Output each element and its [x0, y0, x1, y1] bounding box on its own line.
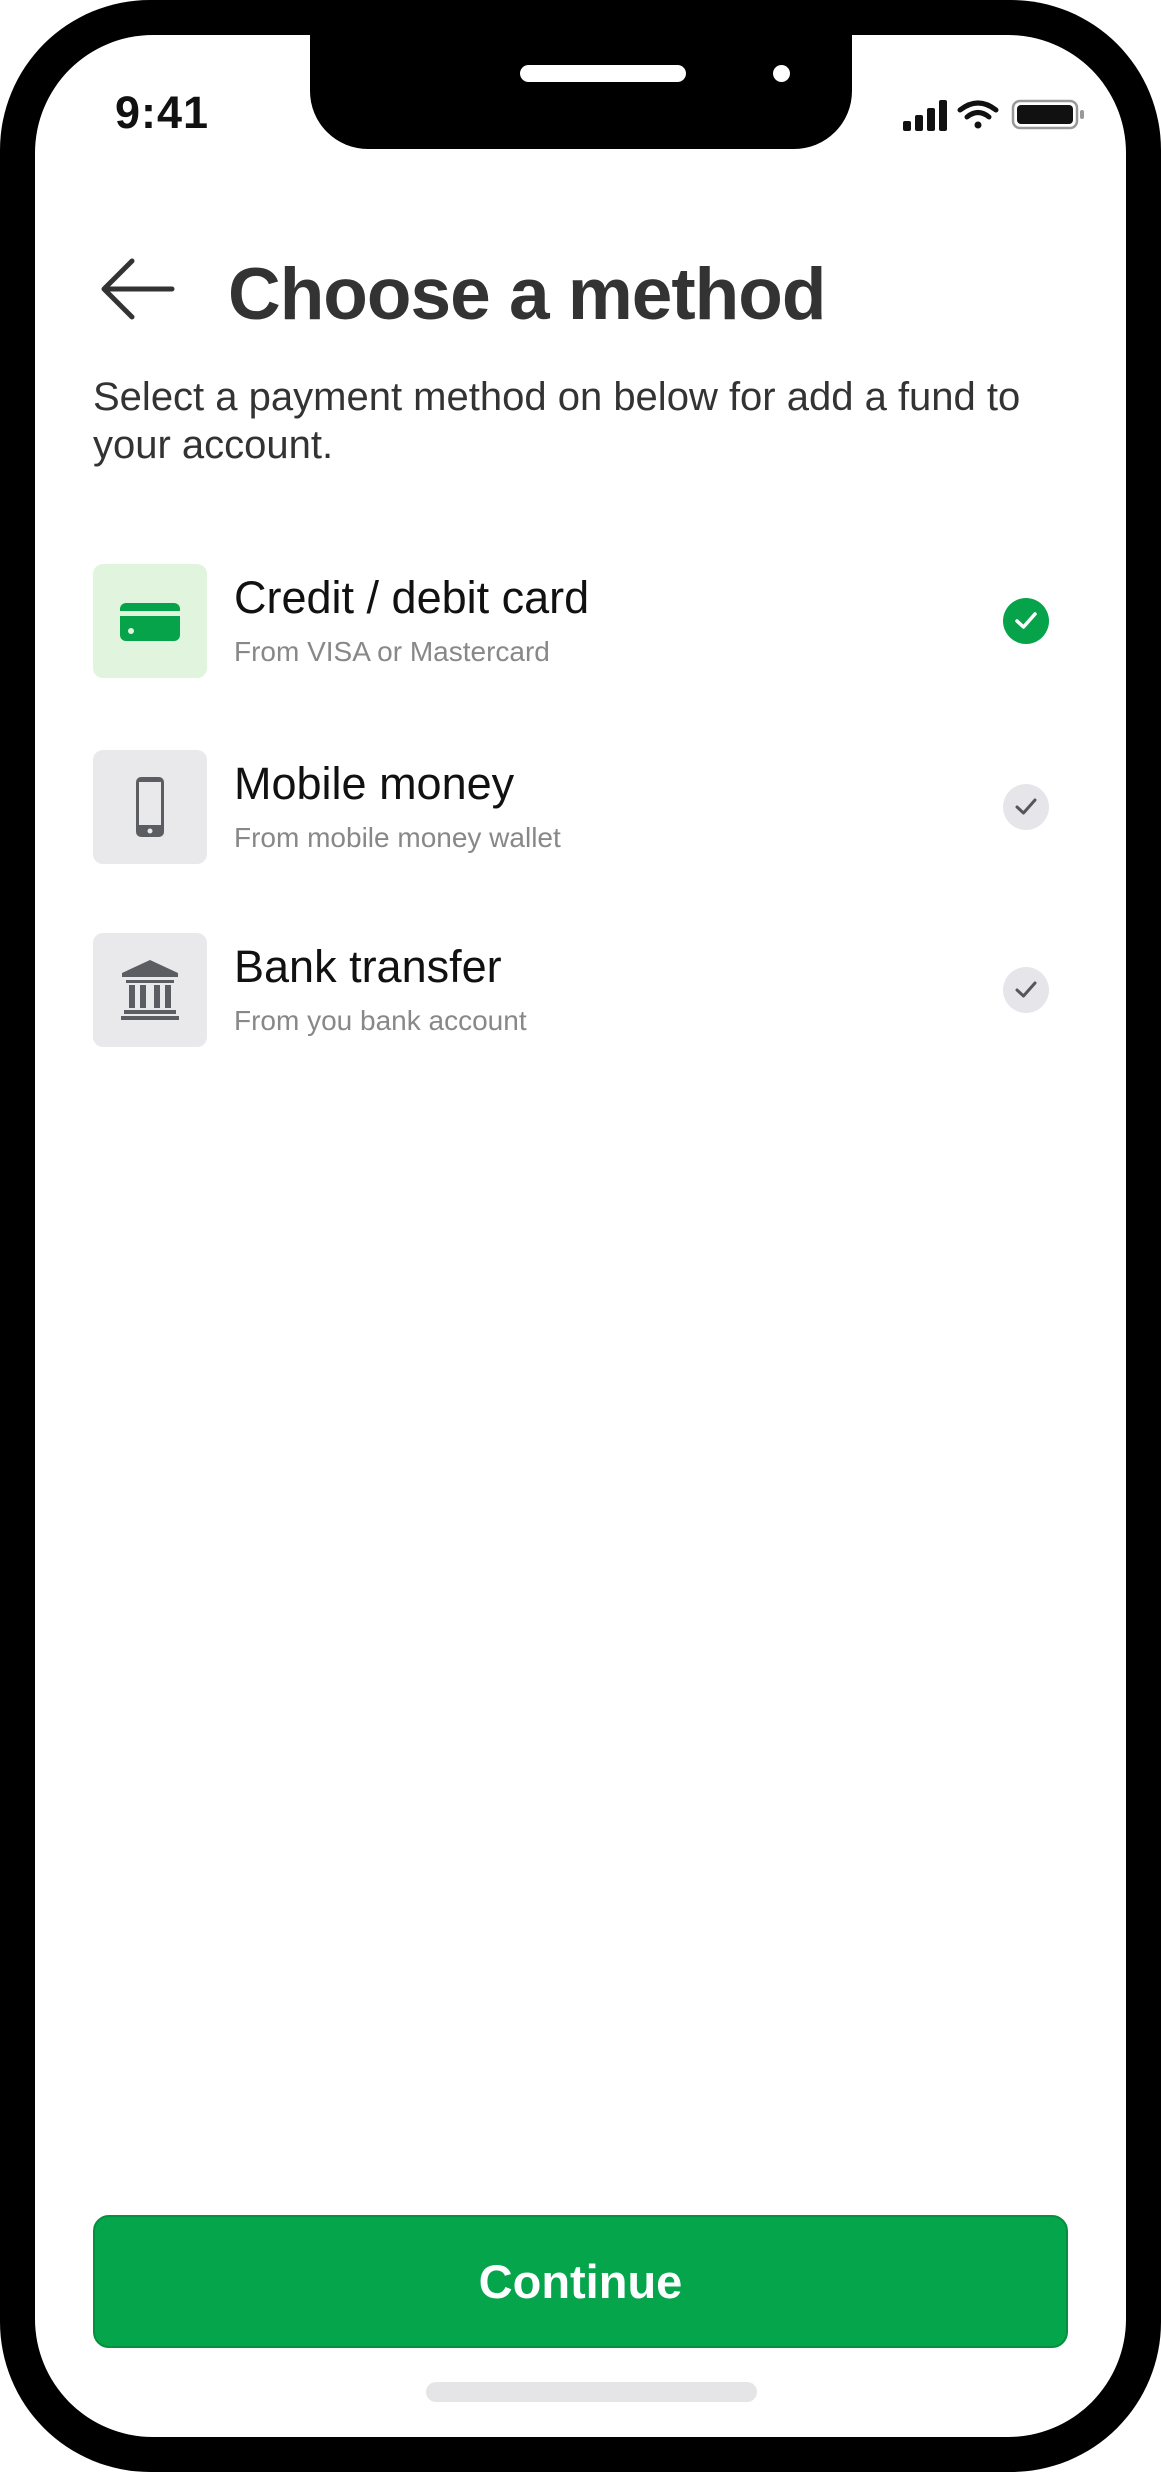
page-subtitle: Select a payment method on below for add… [93, 375, 1021, 467]
status-time: 9:41 [115, 87, 210, 138]
method-subtitle: From mobile money wallet [234, 822, 561, 853]
credit-card-icon [120, 603, 180, 641]
notch [310, 35, 852, 149]
status-icons [903, 99, 1084, 131]
screen: 9:41 Choose a method Select a payment me… [35, 35, 1126, 2437]
method-icon-box [93, 750, 207, 864]
method-title: Mobile money [234, 758, 515, 809]
unselected-check-icon [1003, 967, 1049, 1013]
method-title: Credit / debit card [234, 572, 590, 623]
unselected-check-icon [1003, 784, 1049, 830]
method-title: Bank transfer [234, 941, 502, 992]
speaker [520, 65, 686, 82]
battery-icon [1011, 99, 1084, 130]
page-title: Choose a method [228, 254, 826, 335]
method-icon-box [93, 933, 207, 1047]
signal-icon [903, 100, 947, 131]
method-subtitle: From you bank account [234, 1005, 527, 1036]
header: Choose a method [35, 245, 1126, 341]
back-button[interactable] [98, 249, 178, 329]
arrow-left-icon [101, 258, 175, 320]
mobile-phone-icon [136, 777, 164, 837]
continue-button[interactable]: Continue [93, 2215, 1068, 2348]
method-subtitle: From VISA or Mastercard [234, 636, 550, 667]
selected-check-icon [1003, 598, 1049, 644]
method-icon-box [93, 564, 207, 678]
wifi-icon [957, 100, 999, 129]
home-indicator [426, 2382, 757, 2402]
device-frame: 9:41 Choose a method Select a payment me… [0, 0, 1161, 2472]
camera [773, 65, 790, 82]
method-mobile-money[interactable]: Mobile money From mobile money wallet [93, 750, 1073, 864]
bank-icon [121, 960, 179, 1020]
method-bank-transfer[interactable]: Bank transfer From you bank account [93, 933, 1073, 1047]
method-credit-card[interactable]: Credit / debit card From VISA or Masterc… [93, 564, 1073, 678]
